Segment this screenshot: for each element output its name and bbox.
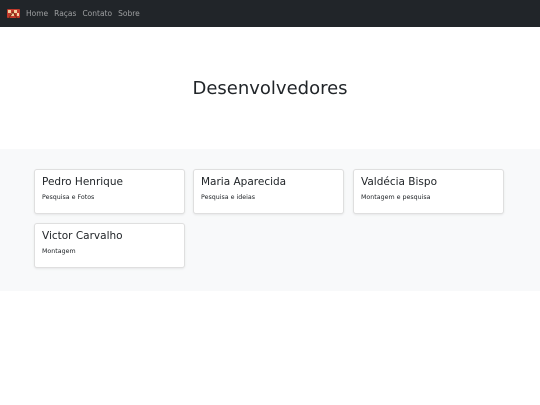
developer-role: Pesquisa e Fotos [42, 194, 95, 201]
developer-role: Pesquisa e ideias [201, 194, 255, 201]
navbar: Home Raças Contato Sobre [0, 0, 540, 27]
developer-name: Victor Carvalho [42, 230, 123, 242]
nav-link-contato[interactable]: Contato [82, 9, 112, 18]
nav-link-home[interactable]: Home [26, 9, 48, 18]
developer-card: Pedro Henrique Pesquisa e Fotos [34, 169, 185, 214]
developer-role: Montagem [42, 248, 76, 255]
developer-name: Maria Aparecida [201, 176, 287, 188]
brand-logo-icon[interactable] [6, 6, 21, 21]
developer-name: Valdécia Bispo [361, 176, 437, 188]
developer-role: Montagem e pesquisa [361, 194, 431, 201]
page-title: Desenvolvedores [192, 77, 348, 99]
developer-name: Pedro Henrique [42, 176, 123, 188]
developers-album: Pedro Henrique Pesquisa e Fotos Maria Ap… [0, 149, 540, 291]
developer-card: Valdécia Bispo Montagem e pesquisa [353, 169, 504, 214]
nav-link-racas[interactable]: Raças [54, 9, 76, 18]
developer-card: Victor Carvalho Montagem [34, 223, 185, 268]
hero-section: Desenvolvedores [0, 27, 540, 149]
page-footer-space [0, 291, 540, 405]
nav-link-sobre[interactable]: Sobre [118, 9, 140, 18]
developer-card: Maria Aparecida Pesquisa e ideias [193, 169, 344, 214]
